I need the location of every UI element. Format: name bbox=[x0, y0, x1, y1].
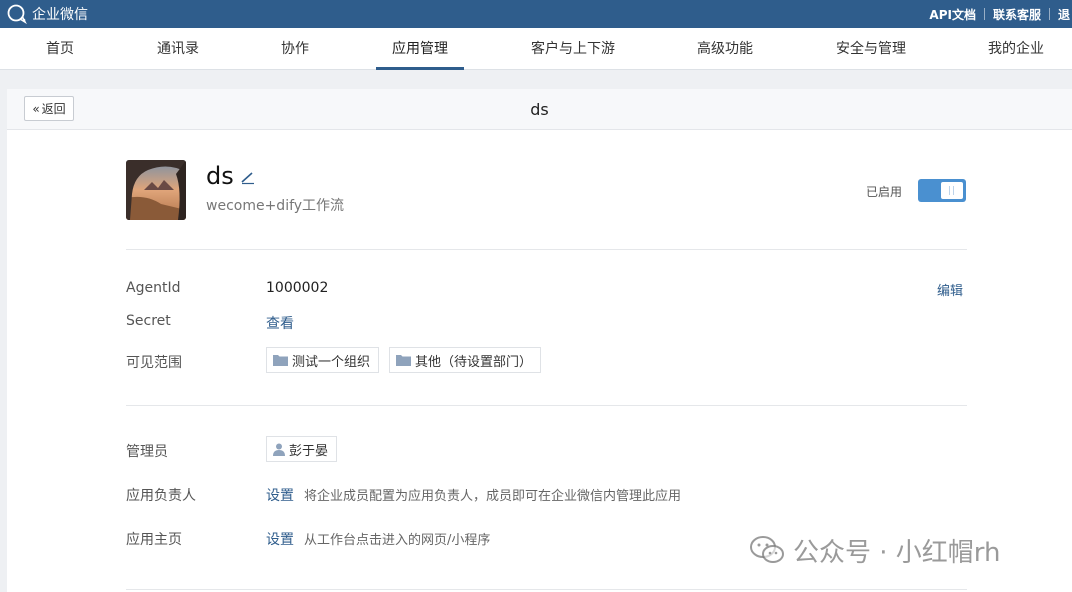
homepage-label: 应用主页 bbox=[126, 532, 182, 548]
nav-item-security[interactable]: 安全与管理 bbox=[836, 28, 906, 70]
agentid-value: 1000002 bbox=[266, 280, 329, 296]
app-avatar[interactable] bbox=[126, 160, 186, 220]
brand-name: 企业微信 bbox=[32, 7, 88, 23]
agentid-label: AgentId bbox=[126, 280, 181, 296]
wechat-icon bbox=[750, 536, 784, 563]
visibility-label: 可见范围 bbox=[126, 355, 182, 371]
watermark-text: 公众号 · 小红帽rh bbox=[793, 537, 1001, 568]
folder-icon bbox=[273, 355, 288, 366]
status-label: 已启用 bbox=[866, 185, 903, 199]
app-detail-card: « 返回 ds ds wecome+dify工作流 已启用 AgentId 10… bbox=[7, 89, 1072, 592]
pencil-edit-icon[interactable] bbox=[240, 169, 256, 185]
homepage-hint: 从工作台点击进入的网页/小程序 bbox=[304, 533, 491, 548]
set-owner-link[interactable]: 设置 bbox=[266, 488, 294, 504]
brand[interactable]: 企业微信 bbox=[6, 3, 88, 25]
divider bbox=[126, 589, 967, 590]
nav-item-advanced[interactable]: 高级功能 bbox=[697, 28, 753, 70]
main-nav: 首页 通讯录 协作 应用管理 客户与上下游 高级功能 安全与管理 我的企业 bbox=[0, 28, 1072, 70]
nav-item-app-management[interactable]: 应用管理 bbox=[376, 28, 464, 70]
visibility-tag-label: 其他（待设置部门） bbox=[415, 354, 533, 370]
toggle-knob bbox=[941, 182, 963, 199]
nav-item-my-enterprise[interactable]: 我的企业 bbox=[988, 28, 1044, 70]
contact-support-link[interactable]: 联系客服 bbox=[985, 6, 1049, 23]
user-icon bbox=[273, 443, 285, 456]
owner-row: 设置 将企业成员配置为应用负责人，成员即可在企业微信内管理此应用 bbox=[266, 485, 681, 505]
homepage-row: 设置 从工作台点击进入的网页/小程序 bbox=[266, 529, 490, 549]
top-bar: 企业微信 API文档 联系客服 退 bbox=[0, 0, 1072, 28]
nav-item-collaboration[interactable]: 协作 bbox=[281, 28, 309, 70]
nav-item-customers[interactable]: 客户与上下游 bbox=[531, 28, 615, 70]
edit-button[interactable]: 编辑 bbox=[937, 280, 963, 299]
page-title: ds bbox=[530, 100, 549, 119]
set-homepage-link[interactable]: 设置 bbox=[266, 532, 294, 548]
admin-tag[interactable]: 彭于晏 bbox=[266, 436, 338, 462]
owner-hint: 将企业成员配置为应用负责人，成员即可在企业微信内管理此应用 bbox=[304, 489, 682, 504]
api-docs-link[interactable]: API文档 bbox=[921, 6, 984, 23]
enable-toggle[interactable] bbox=[918, 179, 966, 202]
nav-item-home[interactable]: 首页 bbox=[46, 28, 74, 70]
divider bbox=[126, 405, 967, 406]
admin-name: 彭于晏 bbox=[289, 443, 329, 459]
folder-icon bbox=[396, 355, 411, 366]
watermark: 公众号 · 小红帽rh bbox=[749, 530, 1001, 570]
app-name: ds bbox=[206, 162, 234, 190]
app-description: wecome+dify工作流 bbox=[206, 198, 345, 214]
top-links: API文档 联系客服 退 bbox=[921, 0, 1072, 28]
logout-link[interactable]: 退 bbox=[1050, 6, 1072, 23]
owner-label: 应用负责人 bbox=[126, 488, 196, 504]
wecom-logo-icon bbox=[7, 4, 27, 25]
view-secret-link[interactable]: 查看 bbox=[266, 313, 294, 333]
card-header: « 返回 ds bbox=[7, 89, 1072, 130]
admin-label: 管理员 bbox=[126, 444, 168, 460]
nav-item-contacts[interactable]: 通讯录 bbox=[157, 28, 199, 70]
visibility-tag[interactable]: 其他（待设置部门） bbox=[389, 347, 542, 373]
divider bbox=[126, 249, 967, 250]
secret-label: Secret bbox=[126, 313, 171, 329]
visibility-tag-label: 测试一个组织 bbox=[292, 354, 371, 370]
visibility-tag[interactable]: 测试一个组织 bbox=[266, 347, 380, 373]
app-avatar-image bbox=[126, 160, 186, 220]
